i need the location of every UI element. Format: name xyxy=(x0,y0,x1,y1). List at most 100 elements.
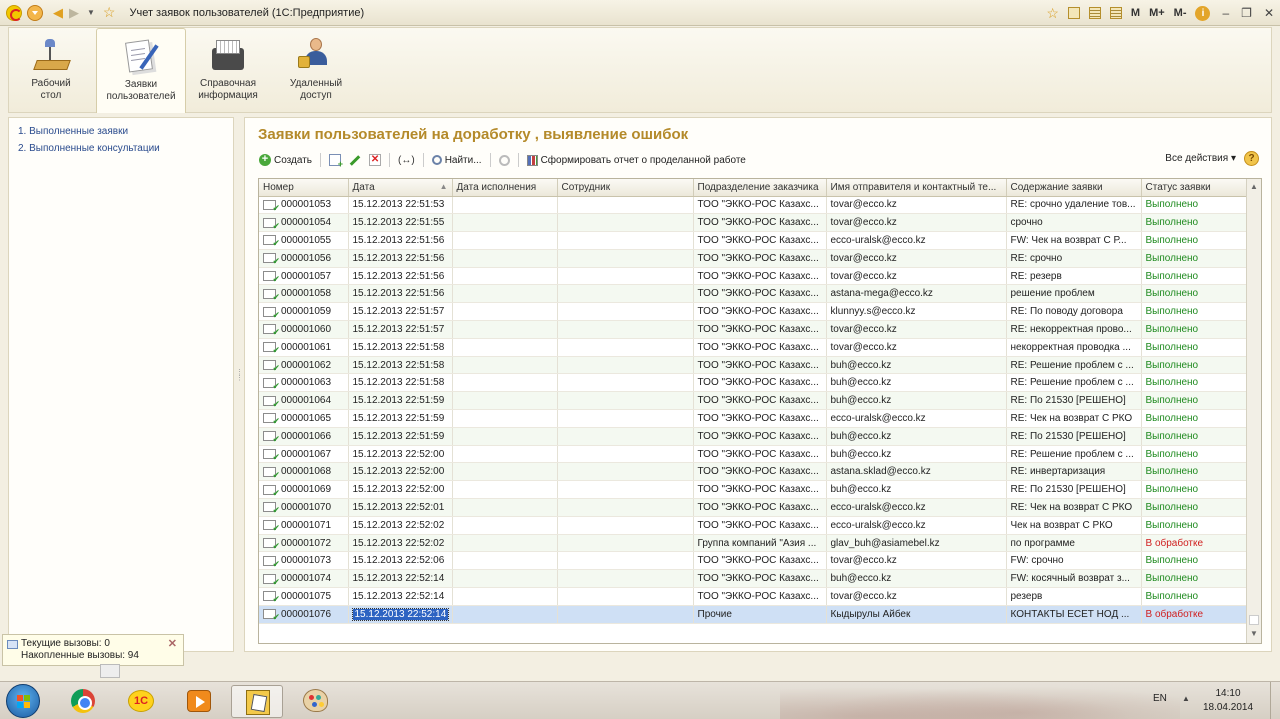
cell-number[interactable]: 000001063 xyxy=(259,373,349,393)
column-header-number[interactable]: Номер xyxy=(259,179,349,197)
cell-exec-date[interactable] xyxy=(452,213,558,233)
cell-department[interactable]: ТОО "ЭККО-РОС Казахс... xyxy=(693,213,827,233)
cell-sender[interactable]: tovar@ecco.kz xyxy=(826,551,1007,571)
cell-department[interactable]: ТОО "ЭККО-РОС Казахс... xyxy=(693,498,827,517)
cell-department[interactable]: Группа компаний "Азия ... xyxy=(693,534,827,553)
cell-content[interactable]: RE: Решение проблем с ... xyxy=(1006,356,1142,375)
cell-employee[interactable] xyxy=(557,587,694,606)
cell-sender[interactable]: tovar@ecco.kz xyxy=(826,196,1007,215)
cell-status[interactable]: Выполнено xyxy=(1141,196,1248,215)
cell-number[interactable]: 000001072 xyxy=(259,534,349,553)
cell-date[interactable]: 15.12.2013 22:51:59 xyxy=(348,427,453,446)
cell-content[interactable]: RE: По 21530 [РЕШЕНО] xyxy=(1006,427,1142,446)
back-arrow-icon[interactable]: ◀ xyxy=(53,5,63,21)
scroll-down-icon[interactable]: ▼ xyxy=(1250,629,1258,638)
table-row[interactable]: 00000105515.12.2013 22:51:56 ТОО "ЭККО-РО… xyxy=(259,231,1248,250)
table-row[interactable]: 00000107515.12.2013 22:52:14 ТОО "ЭККО-РО… xyxy=(259,587,1248,606)
cell-exec-date[interactable] xyxy=(452,480,558,500)
cell-sender[interactable]: tovar@ecco.kz xyxy=(826,587,1007,606)
taskbar-paint[interactable] xyxy=(289,685,341,718)
cell-sender[interactable]: buh@ecco.kz xyxy=(826,391,1007,411)
cell-exec-date[interactable] xyxy=(452,551,558,571)
cancel-search-button[interactable] xyxy=(498,154,510,166)
table-row[interactable]: 00000106915.12.2013 22:52:00 ТОО "ЭККО-РО… xyxy=(259,480,1248,500)
cell-content[interactable]: RE: срочно xyxy=(1006,249,1142,268)
forward-arrow-icon[interactable]: ▶ xyxy=(69,5,79,21)
section-desktop[interactable]: Рабочий стол xyxy=(9,28,93,113)
cell-sender[interactable]: astana.sklad@ecco.kz xyxy=(826,462,1007,482)
cell-exec-date[interactable] xyxy=(452,516,558,535)
table-row[interactable]: 00000106315.12.2013 22:51:58 ТОО "ЭККО-РО… xyxy=(259,373,1248,393)
table-row[interactable]: 00000107015.12.2013 22:52:01 ТОО "ЭККО-РО… xyxy=(259,498,1248,517)
cell-content[interactable]: RE: резерв xyxy=(1006,267,1142,286)
cell-date[interactable]: 15.12.2013 22:52:06 xyxy=(348,551,453,571)
column-header-content[interactable]: Содержание заявки xyxy=(1006,179,1142,197)
taskbar-documents[interactable] xyxy=(231,685,283,718)
table-row[interactable]: 00000107215.12.2013 22:52:02 Группа компа… xyxy=(259,534,1248,553)
cell-employee[interactable] xyxy=(557,480,694,500)
delete-button[interactable]: ✕ xyxy=(369,154,382,166)
cell-number[interactable]: 000001069 xyxy=(259,480,349,500)
favorites-star-icon[interactable]: ☆ xyxy=(103,4,116,21)
history-icon[interactable] xyxy=(1067,7,1080,19)
cell-exec-date[interactable] xyxy=(452,569,558,589)
cell-department[interactable]: ТОО "ЭККО-РОС Казахс... xyxy=(693,516,827,535)
cell-employee[interactable] xyxy=(557,391,694,411)
restore-icon[interactable]: ❐ xyxy=(1241,6,1252,20)
cell-number[interactable]: 000001055 xyxy=(259,231,349,250)
scroll-up-icon[interactable]: ▲ xyxy=(1250,182,1258,191)
cell-date[interactable]: 15.12.2013 22:51:58 xyxy=(348,356,453,375)
cell-date[interactable]: 15.12.2013 22:51:58 xyxy=(348,338,453,357)
taskbar-1c[interactable]: 1С xyxy=(115,685,167,718)
vertical-scrollbar[interactable]: ▲ ▼ xyxy=(1246,179,1261,643)
language-indicator[interactable]: EN xyxy=(1153,693,1167,704)
close-icon[interactable]: ✕ xyxy=(1264,6,1274,20)
table-row[interactable]: 00000107615.12.2013 22:52:14 ПрочиеКыдыру… xyxy=(259,605,1248,624)
cell-content[interactable]: решение проблем xyxy=(1006,284,1142,304)
memory-plus-button[interactable]: M+ xyxy=(1149,7,1165,19)
cell-number[interactable]: 000001068 xyxy=(259,462,349,482)
cell-sender[interactable]: buh@ecco.kz xyxy=(826,445,1007,464)
cell-exec-date[interactable] xyxy=(452,445,558,464)
cell-status[interactable]: Выполнено xyxy=(1141,231,1248,250)
cell-sender[interactable]: ecco-uralsk@ecco.kz xyxy=(826,231,1007,250)
cell-number[interactable]: 000001054 xyxy=(259,213,349,233)
cell-sender[interactable]: ecco-uralsk@ecco.kz xyxy=(826,498,1007,517)
table-row[interactable]: 00000106015.12.2013 22:51:57 ТОО "ЭККО-РО… xyxy=(259,320,1248,339)
cell-status[interactable]: Выполнено xyxy=(1141,569,1248,589)
nav-item-completed-consultations[interactable]: 2. Выполненные консультации xyxy=(18,144,233,154)
cell-date[interactable]: 15.12.2013 22:52:00 xyxy=(348,480,453,500)
cell-date[interactable]: 15.12.2013 22:51:59 xyxy=(348,391,453,411)
cell-content[interactable]: FW: срочно xyxy=(1006,551,1142,571)
column-header-department[interactable]: Подразделение заказчика xyxy=(693,179,827,197)
cell-department[interactable]: ТОО "ЭККО-РОС Казахс... xyxy=(693,338,827,357)
cell-department[interactable]: ТОО "ЭККО-РОС Казахс... xyxy=(693,196,827,215)
cell-date[interactable]: 15.12.2013 22:51:56 xyxy=(348,231,453,250)
cell-status[interactable]: Выполнено xyxy=(1141,213,1248,233)
cell-status[interactable]: Выполнено xyxy=(1141,284,1248,304)
cell-date[interactable]: 15.12.2013 22:52:14 xyxy=(348,587,453,606)
cell-date[interactable]: 15.12.2013 22:51:58 xyxy=(348,373,453,393)
cell-content[interactable]: FW: Чек на возврат С Р... xyxy=(1006,231,1142,250)
nav-item-completed-requests[interactable]: 1. Выполненные заявки xyxy=(18,127,233,137)
show-desktop-button[interactable] xyxy=(1270,682,1280,719)
cell-department[interactable]: ТОО "ЭККО-РОС Казахс... xyxy=(693,284,827,304)
cell-employee[interactable] xyxy=(557,409,694,428)
cell-sender[interactable]: Кыдырулы Айбек xyxy=(826,605,1007,624)
cell-status[interactable]: Выполнено xyxy=(1141,338,1248,357)
cell-exec-date[interactable] xyxy=(452,267,558,286)
cell-sender[interactable]: ecco-uralsk@ecco.kz xyxy=(826,409,1007,428)
panel-splitter[interactable]: ⋮ ⋮ xyxy=(236,369,243,394)
cell-department[interactable]: ТОО "ЭККО-РОС Казахс... xyxy=(693,409,827,428)
cell-department[interactable]: Прочие xyxy=(693,605,827,624)
cell-content[interactable]: RE: Решение проблем с ... xyxy=(1006,445,1142,464)
section-remote-access[interactable]: Удаленный доступ xyxy=(279,28,353,113)
cell-number[interactable]: 000001053 xyxy=(259,196,349,215)
cell-number[interactable]: 000001070 xyxy=(259,498,349,517)
copy-button[interactable] xyxy=(329,154,343,169)
cell-content[interactable]: КОНТАКТЫ ЕСЕТ НОД ... xyxy=(1006,605,1142,624)
history-button[interactable] xyxy=(100,664,120,678)
cell-employee[interactable] xyxy=(557,462,694,482)
cell-sender[interactable]: glav_buh@asiamebel.kz xyxy=(826,534,1007,553)
table-row[interactable]: 00000106715.12.2013 22:52:00 ТОО "ЭККО-РО… xyxy=(259,445,1248,464)
